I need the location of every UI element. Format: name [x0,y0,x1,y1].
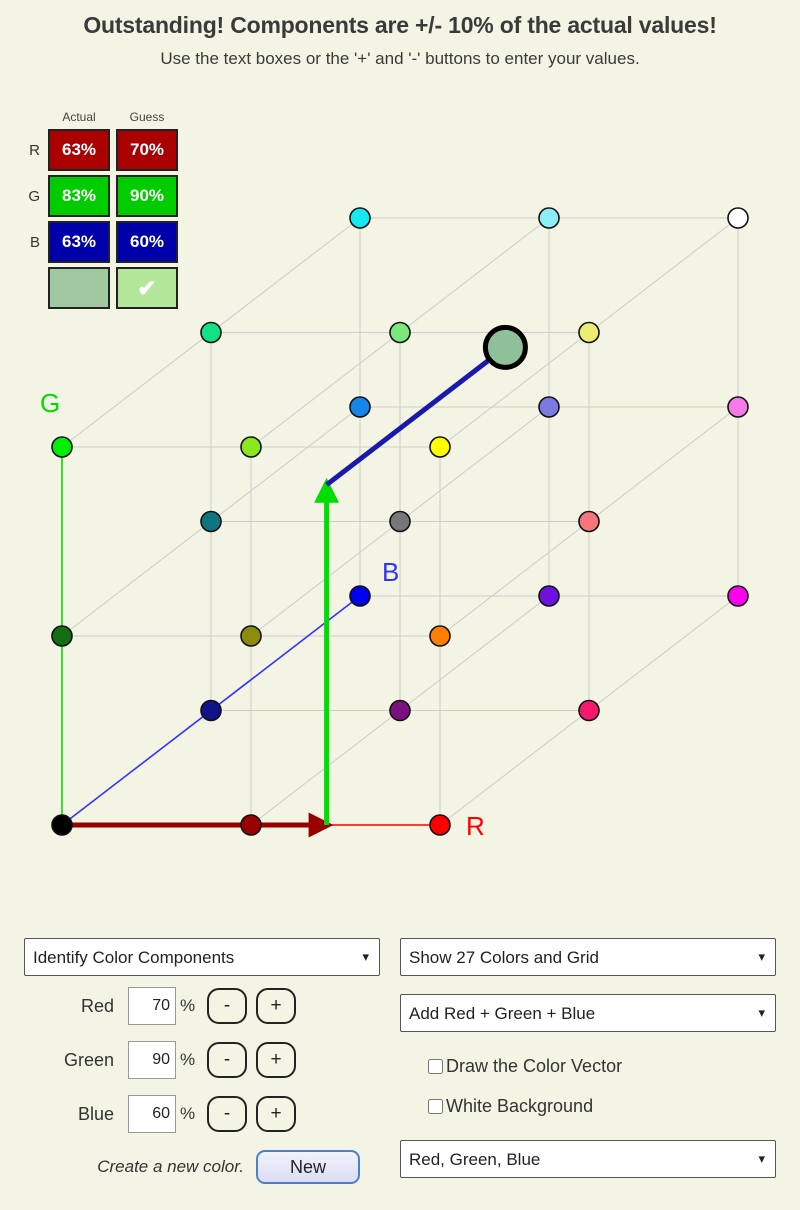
color-node-dodger-blue[interactable] [349,396,371,418]
blue-minus-button[interactable]: - [207,1096,247,1132]
channels-select-wrapper[interactable]: Red, Green, Blue ▾ [400,1140,776,1178]
color-node-navy[interactable] [200,699,222,722]
cube-color-nodes[interactable] [51,207,749,836]
color-node-periwinkle[interactable] [538,396,560,418]
color-vector [62,343,511,838]
new-color-row[interactable]: Create a new color. New [24,1150,380,1184]
blue-axis-label: B [382,557,399,587]
row-label-red: R [29,141,40,159]
right-control-column[interactable]: Show 27 Colors and Grid ▾ Add Red + Gree… [400,938,776,1178]
draw-vector-row[interactable]: Draw the Color Vector [400,1046,776,1086]
color-node-magenta[interactable] [727,585,749,607]
control-panel[interactable]: Identify Color Components ▾ Red % - + Gr… [0,938,800,1210]
red-unit: % [180,996,196,1015]
readout-header-row: Actual Guess [26,110,178,125]
page-subtitle: Use the text boxes or the '+' and '-' bu… [160,49,640,68]
new-color-button[interactable]: New [256,1150,360,1184]
display-select[interactable]: Show 27 Colors and Grid [400,938,776,976]
page-title: Outstanding! Components are +/- 10% of t… [83,12,717,38]
color-node-yellow-green[interactable] [240,436,262,458]
color-node-green[interactable] [51,436,73,458]
blue-label: Blue [77,1103,114,1124]
color-node-spring-green[interactable] [200,321,222,344]
white-background-row[interactable]: White Background [400,1086,776,1126]
green-plus-button[interactable]: + [256,1042,296,1078]
color-node-red[interactable] [429,814,451,836]
color-node-teal[interactable] [200,510,222,533]
green-unit: % [180,1050,196,1069]
color-cube-canvas[interactable]: R G B [0,170,800,890]
actual-red-value: 63% [48,129,110,171]
color-node-deep-pink[interactable] [578,699,600,722]
color-node-olive[interactable] [240,625,262,647]
display-select-wrapper[interactable]: Show 27 Colors and Grid ▾ [400,938,776,976]
color-node-dark-red[interactable] [240,814,262,836]
cube-axis-labels: R G B [40,388,485,841]
white-background-label: White Background [446,1095,594,1116]
white-background-checkbox[interactable] [428,1098,443,1114]
add-channels-select[interactable]: Add Red + Green + Blue [400,994,776,1032]
draw-vector-label: Draw the Color Vector [446,1055,623,1076]
red-minus-button[interactable]: - [207,988,247,1024]
color-node-cyan[interactable] [349,207,371,229]
mode-select-wrapper[interactable]: Identify Color Components ▾ [24,938,380,976]
red-plus-button[interactable]: + [256,988,296,1024]
left-control-column[interactable]: Identify Color Components ▾ Red % - + Gr… [24,938,380,1184]
green-label: Green [63,1049,114,1070]
color-node-light-green[interactable] [389,321,411,344]
color-node-orange[interactable] [429,625,451,647]
green-input[interactable] [128,1041,176,1079]
color-node-dark-purple[interactable] [389,699,411,722]
color-node-gray[interactable] [389,510,411,533]
red-input-row[interactable]: Red % - + [24,982,380,1030]
color-node-violet[interactable] [538,585,560,607]
color-node-orchid[interactable] [727,396,749,418]
blue-input-row[interactable]: Blue % - + [24,1090,380,1138]
color-node-light-yellow[interactable] [578,321,600,344]
target-color-marker [482,324,528,370]
add-select-wrapper[interactable]: Add Red + Green + Blue ▾ [400,994,776,1032]
green-minus-button[interactable]: - [207,1042,247,1078]
green-axis-label: G [40,388,60,418]
red-label: Red [80,995,114,1016]
draw-vector-checkbox[interactable] [428,1058,443,1074]
column-header-guess: Guess [129,110,165,124]
blue-unit: % [180,1104,196,1123]
guess-red-value: 70% [116,129,178,171]
column-header-actual: Actual [62,110,96,124]
green-input-row[interactable]: Green % - + [24,1036,380,1084]
color-node-white[interactable] [727,207,749,229]
blue-plus-button[interactable]: + [256,1096,296,1132]
channel-order-select[interactable]: Red, Green, Blue [400,1140,776,1178]
mode-select[interactable]: Identify Color Components [24,938,380,976]
readout-row-red: R 63% 70% [26,129,178,171]
rgb-color-cube[interactable]: R G B [0,170,800,890]
page-header: Outstanding! Components are +/- 10% of t… [0,0,800,69]
new-color-caption: Create a new color. [97,1157,244,1176]
color-node-salmon[interactable] [578,510,600,533]
color-node-pale-cyan[interactable] [538,207,560,229]
red-input[interactable] [128,987,176,1025]
red-axis-label: R [466,811,485,841]
readout-corner [26,110,42,125]
color-node-black[interactable] [51,814,73,836]
target-color-node[interactable] [482,324,528,370]
color-node-dark-green[interactable] [51,625,73,647]
color-node-yellow[interactable] [429,436,451,458]
blue-input[interactable] [128,1095,176,1133]
color-node-blue[interactable] [349,585,371,607]
